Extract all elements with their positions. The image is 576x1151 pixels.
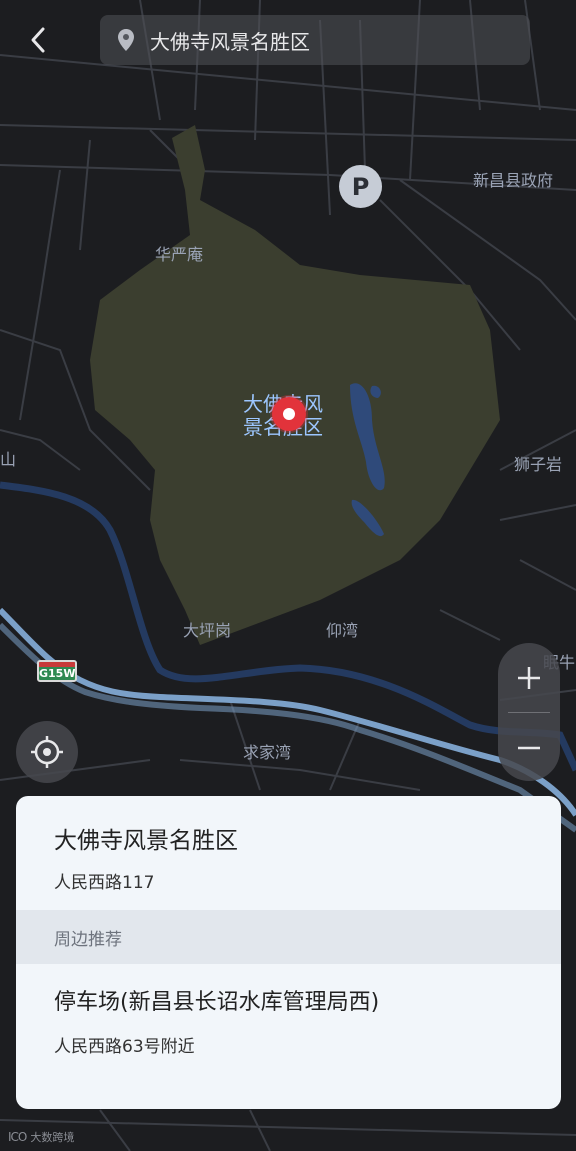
locate-me-button[interactable] (16, 721, 78, 783)
map-label-lion-rock: 狮子岩 (514, 455, 562, 474)
selected-location-pin[interactable] (272, 397, 306, 431)
chevron-left-icon (31, 27, 45, 53)
map-label-qiujiawan: 求家湾 (243, 743, 291, 762)
zoom-control (498, 643, 560, 781)
watermark-text: 大数跨境 (30, 1131, 75, 1144)
place-info-card: 大佛寺风景名胜区 人民西路117 周边推荐 停车场(新昌县长诏水库管理局西) 人… (16, 796, 561, 1109)
watermark: ICO 大数跨境 (8, 1129, 74, 1145)
map-label-government: 新昌县政府 (473, 171, 553, 190)
place-name: 大佛寺风景名胜区 (54, 828, 238, 854)
plus-icon (518, 666, 540, 689)
watermark-logo: ICO (8, 1130, 27, 1144)
nearby-header: 周边推荐 (16, 910, 561, 964)
nearby-item-address: 人民西路63号附近 (54, 1037, 195, 1057)
nearby-item[interactable]: 停车场(新昌县长诏水库管理局西) 人民西路63号附近 (16, 964, 561, 1057)
map-label-dapinggang: 大坪岗 (183, 621, 231, 640)
search-text: 大佛寺风景名胜区 (150, 29, 310, 54)
search-bar[interactable]: 大佛寺风景名胜区 (100, 15, 530, 65)
place-address: 人民西路117 (54, 873, 155, 893)
zoom-in-button[interactable] (498, 643, 560, 712)
highway-shield-g15w: G15W (37, 660, 77, 682)
map-label-yangwan: 仰湾 (326, 621, 358, 640)
place-summary[interactable]: 大佛寺风景名胜区 人民西路117 (16, 796, 561, 910)
map-label-shi: 山 (0, 450, 16, 469)
nearby-item-name: 停车场(新昌县长诏水库管理局西) (54, 990, 380, 1015)
parking-marker[interactable]: P (339, 165, 382, 208)
back-button[interactable] (16, 18, 60, 62)
crosshair-icon (31, 736, 63, 768)
location-pin-icon (118, 29, 134, 51)
map-label-huayan: 华严庵 (155, 245, 203, 264)
minus-icon (518, 746, 540, 749)
zoom-out-button[interactable] (498, 713, 560, 782)
